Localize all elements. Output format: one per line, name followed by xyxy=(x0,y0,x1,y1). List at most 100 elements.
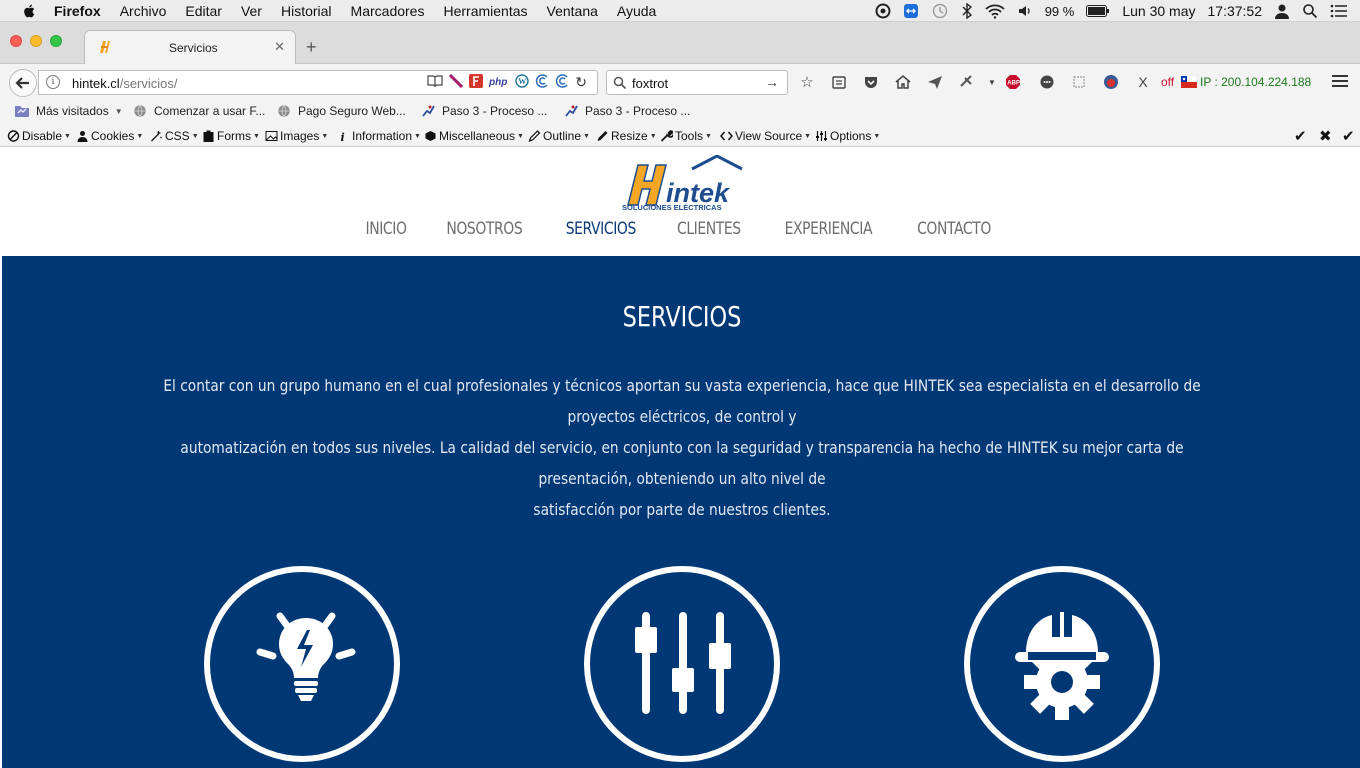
wd-cookies-menu[interactable]: Cookies ▼ xyxy=(76,129,143,143)
search-input[interactable]: foxtrot xyxy=(632,76,668,91)
service-circle-safety[interactable] xyxy=(964,566,1160,762)
menu-editar[interactable]: Editar xyxy=(185,3,222,19)
zoom-window-button[interactable] xyxy=(50,35,62,47)
status-circle-icon[interactable] xyxy=(875,3,891,19)
caret-icon: ▼ xyxy=(649,132,657,140)
pocket-icon[interactable] xyxy=(860,72,882,92)
wd-css-menu[interactable]: CSS ▼ xyxy=(150,129,199,143)
wd-label: View Source xyxy=(735,129,803,143)
time-machine-icon[interactable] xyxy=(931,3,949,19)
wd-images-menu[interactable]: Images ▼ xyxy=(265,129,328,143)
menu-ventana[interactable]: Ventana xyxy=(547,3,598,19)
wd-information-menu[interactable]: i Information ▼ xyxy=(337,129,421,143)
bookmark-most-visited[interactable]: Más visitados ▼ xyxy=(14,104,123,118)
clock-time[interactable]: 17:37:52 xyxy=(1208,3,1263,19)
service-circle-control[interactable] xyxy=(584,566,780,762)
volume-icon[interactable] xyxy=(1017,3,1033,19)
bookmarks-list-icon[interactable] xyxy=(828,72,850,92)
wd-miscellaneous-menu[interactable]: Miscellaneous ▼ xyxy=(424,129,524,143)
apple-icon[interactable] xyxy=(20,3,40,19)
wd-resize-menu[interactable]: Resize ▼ xyxy=(596,129,657,143)
menu-herramientas[interactable]: Herramientas xyxy=(443,3,527,19)
close-window-button[interactable] xyxy=(10,35,22,47)
search-go-arrow-icon[interactable]: → xyxy=(765,74,779,90)
wave-addon-icon[interactable] xyxy=(535,74,549,88)
nav-clientes[interactable]: CLIENTES xyxy=(677,219,741,239)
wd-tools-menu[interactable]: Tools ▼ xyxy=(660,129,712,143)
minimize-window-button[interactable] xyxy=(30,35,42,47)
firebug-icon[interactable] xyxy=(1100,72,1122,92)
checkmark-icon[interactable]: ✔ xyxy=(1294,127,1307,145)
chat-addon-icon[interactable] xyxy=(1036,72,1058,92)
teamviewer-icon[interactable] xyxy=(903,3,919,19)
wifi-icon[interactable] xyxy=(985,3,1005,19)
wd-view-source-menu[interactable]: View Source ▼ xyxy=(720,129,811,143)
menu-ver[interactable]: Ver xyxy=(241,3,262,19)
wd-label: Tools xyxy=(675,129,704,143)
close-tab-icon[interactable]: ✕ xyxy=(274,39,285,55)
dropdown-caret-icon[interactable]: ▼ xyxy=(988,72,996,92)
bookmark-getting-started[interactable]: Comenzar a usar F... xyxy=(132,104,265,118)
menu-firefox[interactable]: Firefox xyxy=(54,3,101,19)
url-bar[interactable]: i hintek.cl/servicios/ php W ↻ xyxy=(38,70,598,95)
tab-servicios[interactable]: Servicios ✕ xyxy=(84,30,296,64)
wd-outline-menu[interactable]: Outline ▼ xyxy=(528,129,590,143)
bookmark-pago-seguro[interactable]: Pago Seguro Web... xyxy=(276,104,406,118)
caret-icon: ▼ xyxy=(517,132,524,140)
menu-historial[interactable]: Historial xyxy=(281,3,332,19)
bookmark-paso-3-b[interactable]: Paso 3 - Proceso ... xyxy=(563,104,690,118)
f-addon-icon[interactable] xyxy=(469,74,483,88)
menu-marcadores[interactable]: Marcadores xyxy=(351,3,425,19)
cookies-user-icon xyxy=(77,131,88,142)
addon-puzzle-icon[interactable] xyxy=(956,72,978,92)
nav-nosotros[interactable]: NOSOTROS xyxy=(447,219,523,239)
url-text[interactable]: hintek.cl/servicios/ xyxy=(72,76,178,91)
wordpress-icon[interactable]: W xyxy=(515,74,529,88)
wd-disable-menu[interactable]: Disable ▼ xyxy=(7,129,71,143)
search-bar[interactable]: foxtrot → xyxy=(606,70,788,95)
hintek-logo[interactable]: intek SOLUCIONES ELÉCTRICAS xyxy=(620,155,745,211)
wand-addon-icon[interactable] xyxy=(449,74,463,88)
reload-icon[interactable]: ↻ xyxy=(575,74,587,91)
menu-archivo[interactable]: Archivo xyxy=(120,3,167,19)
x-addon-icon[interactable]: X xyxy=(1132,72,1154,92)
nav-inicio[interactable]: INICIO xyxy=(366,219,407,239)
hamburger-menu-icon[interactable] xyxy=(1332,74,1348,88)
screenshot-addon-icon[interactable] xyxy=(1068,72,1090,92)
nav-contacto[interactable]: CONTACTO xyxy=(917,219,991,239)
wave-addon-icon-2[interactable] xyxy=(555,74,569,88)
new-tab-button[interactable]: + xyxy=(306,37,317,58)
ip-address[interactable]: IP : 200.104.224.188 xyxy=(1200,75,1311,89)
spotlight-icon[interactable] xyxy=(1302,3,1318,19)
home-icon[interactable] xyxy=(892,72,914,92)
service-circle-electrical[interactable] xyxy=(204,566,400,762)
folder-icon xyxy=(15,106,29,117)
wd-options-menu[interactable]: Options ▼ xyxy=(815,129,880,143)
cross-icon[interactable]: ✖ xyxy=(1319,127,1332,145)
user-icon[interactable] xyxy=(1274,3,1290,19)
nav-experiencia[interactable]: EXPERIENCIA xyxy=(785,219,873,239)
hintek-favicon-icon xyxy=(100,41,110,53)
menu-ayuda[interactable]: Ayuda xyxy=(617,3,656,19)
reader-view-icon[interactable] xyxy=(427,74,443,88)
bluetooth-icon[interactable] xyxy=(961,3,973,19)
adblock-plus-icon[interactable]: ABP xyxy=(1004,72,1026,92)
battery-icon[interactable] xyxy=(1086,5,1110,17)
bookmark-star-icon[interactable]: ☆ xyxy=(796,72,818,92)
svg-text:W: W xyxy=(518,77,526,86)
outline-pencil-icon xyxy=(528,130,541,142)
clock-date[interactable]: Lun 30 may xyxy=(1122,3,1195,19)
wd-forms-menu[interactable]: Forms ▼ xyxy=(202,129,260,143)
php-addon-icon[interactable]: php xyxy=(489,74,509,88)
site-info-icon[interactable]: i xyxy=(46,75,60,89)
notification-center-icon[interactable] xyxy=(1330,4,1348,18)
lightbulb-icon xyxy=(256,612,356,701)
checkmark-icon-2[interactable]: ✔ xyxy=(1342,127,1355,145)
back-button[interactable] xyxy=(9,69,37,97)
bookmark-paso-3-a[interactable]: Paso 3 - Proceso ... xyxy=(420,104,547,118)
nav-servicios[interactable]: SERVICIOS xyxy=(566,219,637,239)
send-tab-icon[interactable] xyxy=(924,72,946,92)
battery-percent[interactable]: 99 % xyxy=(1045,4,1075,19)
toolbar-icons: ☆ ▼ ABP X xyxy=(796,72,1164,92)
proxy-status-off[interactable]: off xyxy=(1161,75,1174,89)
